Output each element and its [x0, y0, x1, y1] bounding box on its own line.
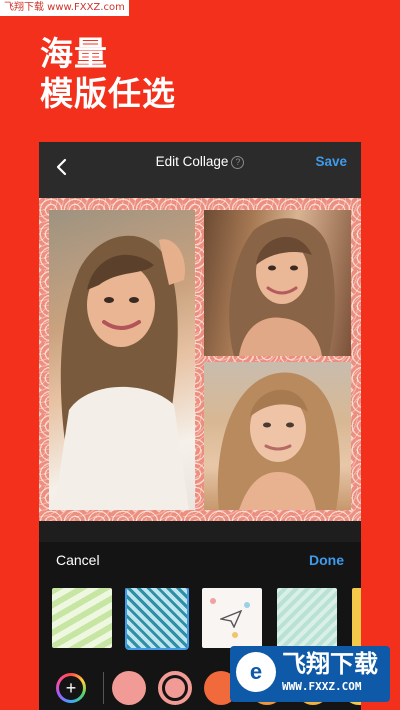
- background-option-white-doodle[interactable]: [202, 588, 262, 648]
- color-swatch-pink[interactable]: [112, 671, 146, 705]
- background-option-teal-geometric[interactable]: [125, 588, 189, 650]
- collage-canvas: [39, 198, 361, 521]
- nav-bar: Edit Collage? Save: [39, 142, 361, 198]
- plus-icon: +: [59, 676, 83, 700]
- paper-plane-icon: [220, 610, 242, 628]
- background-option-green-wave[interactable]: [52, 588, 112, 648]
- background-option-yellow[interactable]: [352, 588, 361, 648]
- doodle-dot: [210, 598, 216, 604]
- phone-screen: Edit Collage? Save Cancel Done +: [39, 142, 361, 710]
- doodle-dot: [232, 632, 238, 638]
- help-icon[interactable]: ?: [231, 156, 245, 169]
- save-button[interactable]: Save: [315, 152, 347, 172]
- collage-photo-1[interactable]: [49, 210, 195, 510]
- background-thumbnails: [52, 588, 361, 650]
- collage-photo-3[interactable]: [204, 362, 351, 510]
- watermark-top: 飞翔下载 www.FXXZ.com: [0, 0, 129, 16]
- page-title-text: Edit Collage: [155, 154, 229, 169]
- portrait-image: [217, 372, 340, 510]
- divider: [103, 672, 104, 704]
- headline-line-2: 模版任选: [40, 74, 176, 113]
- portrait-image: [54, 235, 189, 510]
- watermark-logo-icon: e: [236, 652, 276, 692]
- portrait-image: [229, 218, 335, 356]
- headline-line-1: 海量: [40, 34, 108, 73]
- watermark-url: WWW.FXXZ.COM: [282, 680, 362, 693]
- promo-headline: 海量 模版任选: [40, 34, 176, 114]
- cancel-button[interactable]: Cancel: [56, 550, 100, 570]
- done-button[interactable]: Done: [309, 550, 344, 570]
- color-swatch-pink-selected[interactable]: [158, 671, 192, 705]
- doodle-dot: [244, 602, 250, 608]
- watermark-bottom: e 飞翔下载 WWW.FXXZ.COM: [230, 646, 390, 702]
- collage-photo-2[interactable]: [204, 210, 351, 356]
- add-color-button[interactable]: +: [56, 673, 86, 703]
- watermark-title: 飞翔下载: [282, 650, 378, 678]
- page-title: Edit Collage?: [39, 152, 361, 172]
- background-option-mint-stripe[interactable]: [277, 588, 337, 648]
